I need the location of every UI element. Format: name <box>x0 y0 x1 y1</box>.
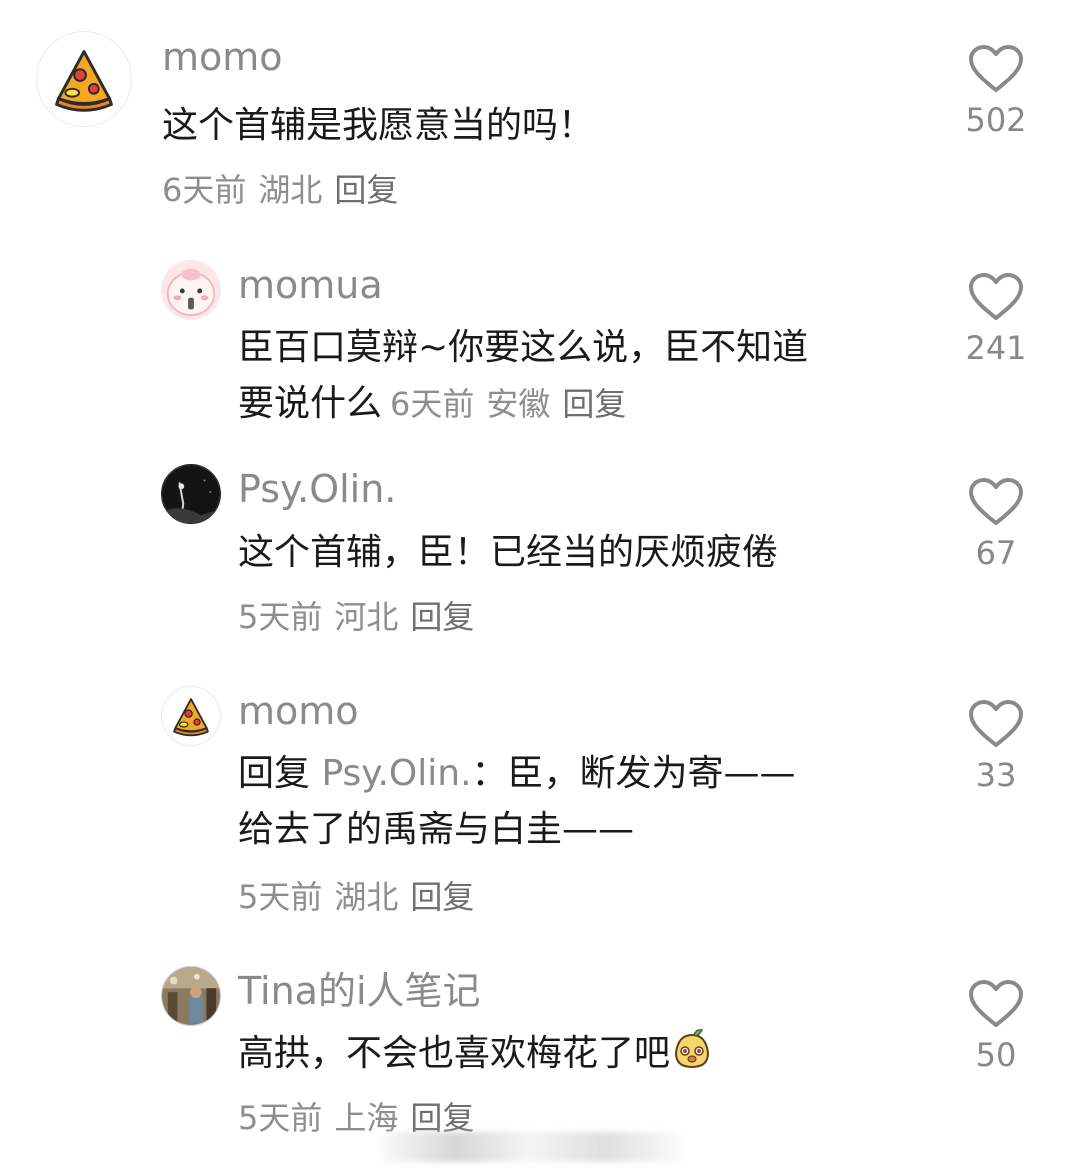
comment-text: 这个首辅，臣！已经当的厌烦疲倦 <box>238 532 779 573</box>
like-button[interactable]: 502 <box>956 44 1036 140</box>
reply-button[interactable]: 回复 <box>562 385 626 423</box>
reply-button[interactable]: 回复 <box>334 171 398 209</box>
heart-icon <box>969 980 1023 1027</box>
reply-mention[interactable]: Psy.Olin. <box>321 753 471 794</box>
like-button[interactable]: 33 <box>956 699 1036 795</box>
like-button[interactable]: 241 <box>956 272 1036 368</box>
comment-time: 5天前 <box>238 878 323 916</box>
reply-button[interactable]: 回复 <box>410 598 474 636</box>
reply-prefix: 回复 <box>238 753 311 794</box>
username[interactable]: momo <box>238 688 359 734</box>
username[interactable]: Psy.Olin. <box>238 466 396 512</box>
heart-icon <box>969 273 1023 320</box>
like-count: 241 <box>965 329 1027 367</box>
comment-meta: 6天前 湖北 回复 <box>162 168 410 212</box>
heart-icon <box>969 700 1023 747</box>
pizza-avatar[interactable] <box>36 31 132 127</box>
pizza-avatar[interactable] <box>161 686 221 746</box>
comment-time: 6天前 <box>162 171 247 209</box>
comment-text: 臣百口莫辩~你要这么说，臣不知道 要说什么 6天前 安徽 回复 <box>238 327 809 424</box>
dark-photo-avatar[interactable] <box>161 464 221 524</box>
like-count: 67 <box>975 534 1017 572</box>
comment-location: 河北 <box>334 598 399 636</box>
comment-time: 6天前 <box>390 385 475 423</box>
comment-text: 高拱，不会也喜欢梅花了吧 <box>238 1026 714 1082</box>
heart-icon <box>969 478 1023 525</box>
comment-location: 安徽 <box>486 385 551 423</box>
username[interactable]: momua <box>238 262 383 308</box>
like-count: 502 <box>965 101 1027 139</box>
comment-meta: 5天前 河北 回复 <box>238 595 486 639</box>
like-button[interactable]: 50 <box>956 979 1036 1075</box>
username[interactable]: Tina的i人笔记 <box>238 968 481 1014</box>
username[interactable]: momo <box>162 34 283 80</box>
reply-button[interactable]: 回复 <box>410 878 474 916</box>
pink-cartoon-avatar[interactable] <box>161 260 221 320</box>
like-count: 50 <box>975 1036 1017 1074</box>
like-button[interactable]: 67 <box>956 477 1036 573</box>
comment-meta: 6天前 安徽 回复 <box>390 385 638 423</box>
comment-location: 湖北 <box>258 171 323 209</box>
comment-time: 5天前 <box>238 1099 323 1137</box>
heart-icon <box>969 45 1023 92</box>
comment-meta: 5天前 湖北 回复 <box>238 875 486 919</box>
watermark-blur <box>380 1132 680 1162</box>
comment-text: 这个首辅是我愿意当的吗！ <box>162 105 595 146</box>
photo-avatar[interactable] <box>161 966 221 1026</box>
comment-time: 5天前 <box>238 598 323 636</box>
like-count: 33 <box>975 756 1017 794</box>
cartoon-face-emoji-icon <box>670 1027 714 1071</box>
comment-location: 湖北 <box>334 878 399 916</box>
comment-text: 回复 Psy.Olin.：臣，断发为寄—— 给去了的禹斋与白圭—— <box>238 753 796 850</box>
